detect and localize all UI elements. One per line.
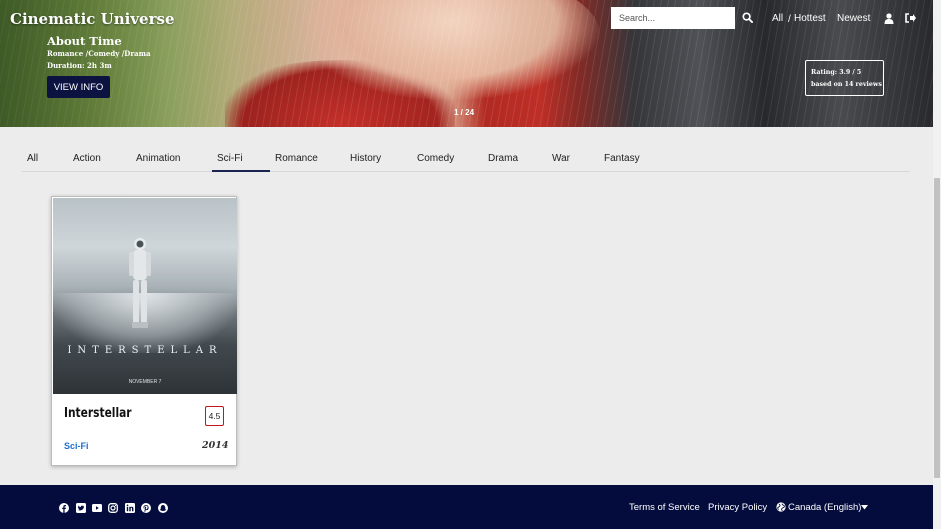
nav-all[interactable]: All (772, 13, 783, 24)
poster-title: INTERSTELLAR (67, 345, 223, 356)
hero-rating-value: Rating: 3.9 / 5 (811, 69, 862, 76)
pinterest-icon[interactable] (141, 503, 151, 513)
poster-date: NOVEMBER 7 (128, 379, 162, 385)
hero-movie-title: About Time (47, 34, 122, 48)
nav-hottest[interactable]: Hottest (794, 13, 826, 24)
tab-all[interactable]: All (27, 153, 38, 164)
locale-selector[interactable]: Canada (English) (788, 502, 861, 513)
instagram-icon[interactable] (108, 503, 118, 513)
nav-newest[interactable]: Newest (837, 13, 870, 24)
nav-separator: / (788, 14, 791, 25)
globe-icon[interactable] (776, 502, 786, 512)
snapchat-icon[interactable] (158, 503, 168, 513)
tab-war[interactable]: War (552, 153, 570, 164)
movie-poster[interactable]: INTERSTELLAR NOVEMBER 7 (53, 198, 237, 394)
privacy-policy-link[interactable]: Privacy Policy (708, 502, 767, 513)
hero-rating-reviews: based on 14 reviews (811, 81, 882, 88)
terms-of-service-link[interactable]: Terms of Service (629, 502, 700, 513)
tab-comedy[interactable]: Comedy (417, 153, 454, 164)
slide-counter: 1 / 24 (454, 108, 475, 117)
tab-fantasy[interactable]: Fantasy (604, 153, 640, 164)
tab-sci-fi[interactable]: Sci-Fi (217, 153, 243, 164)
facebook-icon[interactable] (59, 503, 69, 513)
movie-title[interactable]: Interstellar (64, 406, 132, 421)
search-input[interactable] (611, 7, 735, 29)
site-logo[interactable]: Cinematic Universe (10, 10, 175, 28)
movie-rating-badge: 4.5 (205, 406, 224, 426)
hero-movie-genres: Romance /Comedy /Drama (47, 49, 151, 58)
astronaut-figure (129, 238, 151, 328)
movie-genre-link[interactable]: Sci-Fi (64, 441, 89, 451)
movie-year: 2014 (202, 440, 229, 451)
tab-romance[interactable]: Romance (275, 153, 318, 164)
search-icon[interactable] (742, 12, 753, 23)
tab-history[interactable]: History (350, 153, 381, 164)
hero-movie-duration: Duration: 2h 3m (47, 61, 112, 70)
user-icon[interactable] (884, 13, 894, 24)
active-tab-indicator (212, 170, 270, 172)
movie-card[interactable]: INTERSTELLAR NOVEMBER 7 Interstellar 4.5… (51, 196, 237, 466)
hero-rating-box: Rating: 3.9 / 5 based on 14 reviews (805, 60, 884, 96)
tab-drama[interactable]: Drama (488, 153, 518, 164)
twitter-icon[interactable] (76, 503, 86, 513)
linkedin-icon[interactable] (125, 503, 135, 513)
scrollbar-thumb[interactable] (934, 178, 940, 478)
view-info-button[interactable]: VIEW INFO (47, 76, 110, 98)
youtube-icon[interactable] (92, 503, 102, 513)
chevron-down-icon[interactable] (861, 505, 868, 510)
tab-action[interactable]: Action (73, 153, 101, 164)
logout-icon[interactable] (905, 13, 916, 23)
tab-animation[interactable]: Animation (136, 153, 180, 164)
tabs-divider (22, 171, 910, 172)
